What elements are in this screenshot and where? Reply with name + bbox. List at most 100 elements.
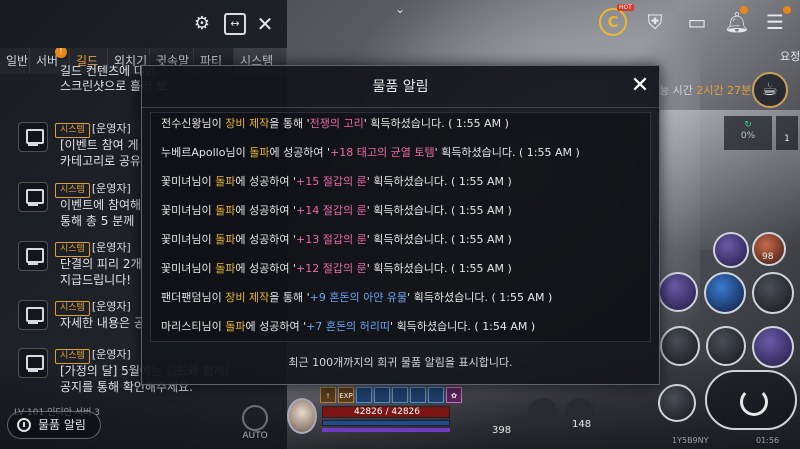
- notice-join: 님이: [191, 262, 216, 275]
- notice-end: ' 획득하셨습니다. ( 1:55 AM ): [366, 233, 512, 246]
- notice-join: 님이: [201, 291, 226, 304]
- buff-icon[interactable]: [392, 387, 408, 403]
- cup-icon[interactable]: ☕︎: [752, 72, 788, 108]
- dialog-header: 물품 알림 ✕: [142, 66, 659, 108]
- exp-buff-icon[interactable]: EXP: [338, 387, 354, 403]
- notice-action: 장비 제작: [225, 291, 270, 304]
- notice-end: ' 획득하셨습니다. ( 1:55 AM ): [434, 146, 580, 159]
- notice-mid: 에 성공하여 ': [235, 262, 296, 275]
- notice-mid: 에 성공하여 ': [269, 146, 331, 159]
- close-icon[interactable]: ✕: [628, 74, 652, 98]
- item-alert-button[interactable]: 물품 알림: [7, 411, 101, 439]
- potion-count: 398: [492, 425, 512, 436]
- notice-join: 님이: [191, 175, 216, 188]
- player-name: 꽃미녀: [161, 204, 192, 217]
- remaining-time-label: 능 시간: [659, 84, 693, 97]
- hud-summary-label: 요정: [780, 50, 800, 63]
- potion-icon[interactable]: [528, 398, 558, 428]
- chat-message-line: 카테고리로 공유: [60, 154, 142, 168]
- chat-sender: [운영자]: [91, 241, 131, 254]
- notice-item: +9 혼돈의 아얀 유물: [309, 291, 408, 304]
- skill-button[interactable]: [713, 232, 749, 268]
- buff-icon[interactable]: ✿: [446, 387, 462, 403]
- skill-button[interactable]: [752, 326, 794, 368]
- notification-row: 꽃미녀님이 돌파에 성공하여 '+12 절갑의 룬' 획득하셨습니다. ( 1:…: [161, 260, 512, 276]
- remaining-time-value: 2시간 27분: [696, 84, 752, 97]
- notice-mid: 에 성공하여 ': [245, 320, 307, 333]
- quest-percent: 0%: [740, 131, 756, 141]
- notice-item: +14 절갑의 룬: [296, 204, 367, 217]
- notification-row: 꽃미녀님이 돌파에 성공하여 '+15 절갑의 룬' 획득하셨습니다. ( 1:…: [161, 173, 512, 189]
- skill-button[interactable]: [706, 326, 746, 366]
- notice-action: 돌파: [215, 262, 236, 275]
- attack-button[interactable]: [705, 370, 797, 430]
- skill-button[interactable]: [752, 272, 794, 314]
- monitor-icon: [18, 241, 48, 271]
- auto-button[interactable]: AUTO: [238, 405, 272, 445]
- notification-row: 마리스티님이 돌파에 성공하여 '+7 혼돈의 허리띠' 획득하셨습니다. ( …: [161, 318, 535, 334]
- notice-mid: 에 성공하여 ': [235, 175, 296, 188]
- notice-item: 전쟁의 고리: [309, 117, 364, 130]
- notice-end: ' 획득하셨습니다. ( 1:55 AM ): [363, 117, 509, 130]
- shield-plus-icon[interactable]: ⛨: [641, 8, 669, 36]
- resize-icon[interactable]: ↔: [224, 13, 246, 35]
- player-name: 꽃미녀: [161, 262, 192, 275]
- skill-button[interactable]: [658, 272, 698, 312]
- buff-icon[interactable]: [374, 387, 390, 403]
- chat-sender: [운영자]: [91, 122, 131, 135]
- buff-icon[interactable]: [428, 387, 444, 403]
- mp-bar: [322, 420, 450, 426]
- notification-dot-icon: !: [55, 48, 67, 58]
- notice-item: +7 혼돈의 허리띠: [306, 320, 391, 333]
- quest-count[interactable]: 1: [776, 116, 798, 150]
- player-avatar[interactable]: [287, 398, 317, 434]
- item-notification-dialog: 물품 알림 ✕ 전수신왕님이 장비 제작을 통해 '전쟁의 고리' 획득하셨습니…: [141, 65, 660, 385]
- notice-mid: 에 성공하여 ': [235, 204, 296, 217]
- mailbox-icon[interactable]: ▭: [683, 8, 711, 36]
- notification-row: 꽃미녀님이 돌파에 성공하여 '+14 절갑의 룬' 획득하셨습니다. ( 1:…: [161, 202, 512, 218]
- notice-end: ' 획득하셨습니다. ( 1:55 AM ): [366, 262, 512, 275]
- gear-icon[interactable]: ⚙: [191, 13, 213, 35]
- skill-charge-count: 98: [762, 252, 774, 262]
- buff-icon[interactable]: [356, 387, 372, 403]
- notification-row: 팬더팬덤님이 장비 제작을 통해 '+9 혼돈의 아얀 유물' 획득하셨습니다.…: [161, 289, 552, 305]
- remaining-time: 능 시간 2시간 27분: [659, 82, 751, 98]
- notice-action: 돌파: [215, 233, 236, 246]
- skill-button[interactable]: [660, 326, 700, 366]
- skill-button[interactable]: [704, 272, 746, 314]
- close-icon[interactable]: ✕: [254, 13, 276, 35]
- notice-action: 돌파: [215, 204, 236, 217]
- notification-dot-icon: [740, 6, 748, 14]
- notice-action: 돌파: [249, 146, 270, 159]
- notice-item: +15 절갑의 룬: [296, 175, 367, 188]
- notice-item: +12 절갑의 룬: [296, 262, 367, 275]
- notification-row: 전수신왕님이 장비 제작을 통해 '전쟁의 고리' 획득하셨습니다. ( 1:5…: [161, 115, 509, 131]
- notice-join: 님이: [201, 320, 226, 333]
- monitor-icon: [18, 182, 48, 212]
- coin-shop-icon[interactable]: C: [599, 8, 627, 36]
- hp-text: 42826 / 42826: [353, 407, 420, 417]
- notification-row: 꽃미녀님이 돌파에 성공하여 '+13 절갑의 룬' 획득하셨습니다. ( 1:…: [161, 231, 512, 247]
- chat-sender: [운영자]: [91, 182, 131, 195]
- notice-end: ' 획득하셨습니다. ( 1:55 AM ): [407, 291, 553, 304]
- expand-chevron-icon[interactable]: ⌄: [390, 2, 410, 16]
- player-name: 꽃미녀: [161, 233, 192, 246]
- monitor-icon: [18, 348, 48, 378]
- notification-list[interactable]: 전수신왕님이 장비 제작을 통해 '전쟁의 고리' 획득하셨습니다. ( 1:5…: [150, 112, 651, 342]
- chat-message-line: 지급드립니다!: [60, 273, 132, 287]
- notification-dot-icon: [783, 6, 791, 14]
- chat-message-line: [이벤트 참여 게: [60, 138, 139, 152]
- quest-progress[interactable]: ↻ 0%: [724, 116, 772, 150]
- dialog-footer-note: 최근 100개까지의 희귀 물품 알림을 표시합니다.: [288, 356, 513, 369]
- clock-icon: [17, 418, 31, 432]
- buff-icon[interactable]: [410, 387, 426, 403]
- device-info: 1Y5B9NY: [672, 436, 709, 445]
- skill-button[interactable]: [658, 384, 696, 422]
- notice-action: 돌파: [215, 175, 236, 188]
- notice-item: +18 태고의 균열 토템: [330, 146, 435, 159]
- buff-icon[interactable]: !: [320, 387, 336, 403]
- chat-message-line: 자세한 내용은 공: [60, 316, 145, 330]
- food-count: 148: [572, 419, 592, 430]
- player-name: 누베르Apollo: [161, 146, 226, 159]
- monitor-icon: [18, 300, 48, 330]
